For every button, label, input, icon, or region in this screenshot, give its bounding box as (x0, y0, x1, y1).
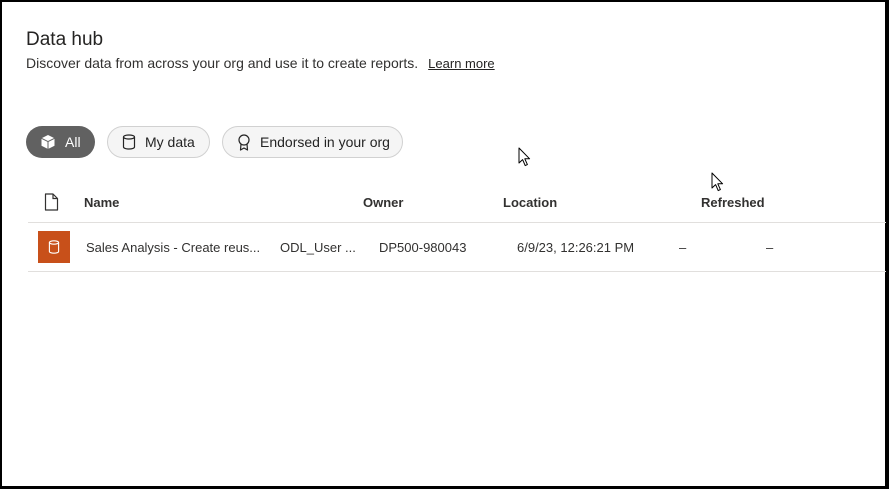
column-header-name[interactable]: Name (84, 195, 119, 210)
row-name-link[interactable]: Sales Analysis - Create reus... (86, 240, 260, 255)
learn-more-link[interactable]: Learn more (428, 56, 494, 71)
column-header-owner[interactable]: Owner (363, 195, 403, 210)
dataset-icon (38, 231, 70, 263)
filter-all-label: All (65, 134, 81, 150)
page-title: Data hub (26, 29, 104, 50)
row-extra-2: – (766, 240, 774, 255)
row-extra-1: – (679, 240, 687, 255)
subtitle-text: Discover data from across your org and u… (26, 55, 419, 71)
filter-my-data-label: My data (145, 134, 195, 150)
document-icon (44, 193, 59, 211)
filter-my-data-button[interactable]: My data (107, 126, 210, 158)
row-owner: ODL_User ... (280, 240, 356, 255)
ribbon-icon (238, 133, 250, 151)
mouse-cursor-icon (711, 172, 724, 192)
filter-all-button[interactable]: All (26, 126, 95, 158)
row-refreshed: 6/9/23, 12:26:21 PM (517, 240, 635, 255)
page-subtitle: Discover data from across your org and u… (26, 55, 495, 71)
filter-endorsed-button[interactable]: Endorsed in your org (222, 126, 403, 158)
table-divider (28, 222, 886, 223)
row-location: DP500-980043 (379, 240, 467, 255)
table-divider (28, 271, 886, 272)
mouse-cursor-icon (518, 147, 531, 167)
column-header-location[interactable]: Location (503, 195, 557, 210)
filter-endorsed-label: Endorsed in your org (260, 134, 390, 150)
cube-icon (41, 135, 55, 149)
column-header-refreshed[interactable]: Refreshed (701, 195, 765, 210)
database-icon (122, 134, 136, 150)
